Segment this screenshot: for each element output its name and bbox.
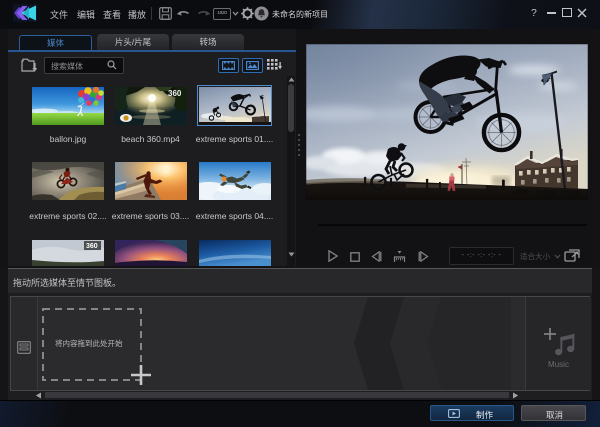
svg-text:360: 360 <box>168 89 182 98</box>
svg-text:360: 360 <box>86 243 98 250</box>
